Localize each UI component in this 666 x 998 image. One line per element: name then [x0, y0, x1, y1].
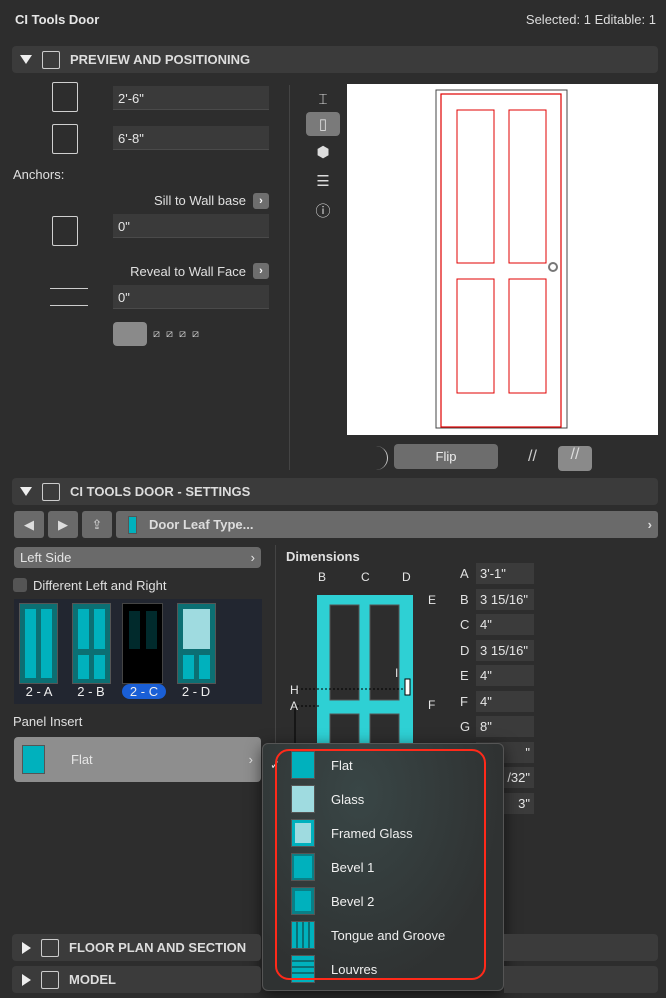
height-input[interactable]: 6'-8" [113, 126, 269, 150]
dim-value-d[interactable]: 3 15/16" [476, 639, 534, 661]
sill-input[interactable]: 0" [113, 214, 269, 238]
expand-triangle-icon [22, 941, 31, 954]
divider [275, 545, 276, 745]
expand-triangle-icon [22, 973, 31, 986]
preview-section-header[interactable]: PREVIEW AND POSITIONING [12, 46, 658, 73]
dim-key-c: C [460, 617, 470, 632]
opening-line-selected-icon[interactable]: // [558, 446, 592, 471]
settings-section-header[interactable]: CI TOOLS DOOR - SETTINGS [12, 478, 658, 505]
leaf-type-2c[interactable] [122, 603, 163, 684]
dimension-diagram [294, 595, 413, 748]
panel-insert-label: Panel Insert [13, 714, 83, 729]
side-select-label: Left Side [20, 550, 72, 565]
floor-plan-icon [41, 938, 59, 957]
leaf-type-2a[interactable] [19, 603, 58, 684]
panel-insert-value: Flat [71, 752, 93, 767]
leaf-type-label-selected: 2 - C [122, 684, 166, 699]
sill-anchor-label: Sill to Wall base [154, 193, 246, 208]
height-icon [52, 124, 78, 154]
page-select[interactable]: Door Leaf Type... › [116, 511, 658, 538]
collapse-triangle-icon [20, 487, 32, 496]
dim-value-a[interactable]: 3'-1" [476, 563, 534, 584]
settings-icon [42, 482, 60, 501]
chevron-right-icon: › [647, 517, 652, 532]
header-bar-fill [504, 966, 658, 993]
dim-label-e: E [428, 593, 437, 607]
swing-flip-icon[interactable] [348, 446, 388, 470]
dim-value-f[interactable]: 4" [476, 690, 534, 712]
dim-key-d: D [460, 642, 470, 658]
dim-key-a: A [460, 566, 469, 581]
section-title: PREVIEW AND POSITIONING [70, 52, 251, 67]
dim-value-g[interactable]: 8" [476, 716, 534, 737]
reveal-anchor-button[interactable]: › [253, 263, 269, 279]
width-input[interactable]: 2'-6" [113, 86, 269, 110]
dim-label-a: A [290, 699, 299, 713]
floor-plan-section-header[interactable]: FLOOR PLAN AND SECTION [12, 934, 261, 961]
leaf-type-label: 2 - D [181, 684, 211, 699]
reveal-input[interactable]: 0" [113, 285, 269, 309]
leaf-type-label: 2 - B [77, 684, 105, 699]
door-leaf-icon [128, 515, 137, 534]
info-icon[interactable]: ⓘ [306, 198, 340, 222]
anchors-label: Anchors: [13, 167, 65, 182]
floor-plan-icon[interactable]: ⌶ [306, 87, 340, 111]
leaf-type-label: 2 - A [25, 684, 53, 699]
section-icon[interactable]: ☰ [306, 169, 340, 193]
dim-label-d: D [402, 570, 411, 584]
different-lr-checkbox[interactable] [13, 578, 27, 592]
sill-icon [52, 216, 78, 246]
section-title: FLOOR PLAN AND SECTION [69, 940, 247, 955]
reveal-icon [50, 288, 88, 306]
model-section-header[interactable]: MODEL [12, 966, 261, 993]
dimensions-title: Dimensions [286, 549, 360, 564]
leaf-type-2d[interactable] [177, 603, 216, 684]
dim-label-h: H [290, 683, 299, 697]
dim-value-c[interactable]: 4" [476, 614, 534, 635]
next-page-button[interactable]: ▶ [48, 511, 78, 538]
chevron-right-icon: › [248, 752, 253, 767]
chevron-right-icon: › [250, 550, 255, 565]
leaf-type-2b[interactable] [72, 603, 111, 684]
dim-label-b: B [318, 570, 327, 584]
door-preview [347, 84, 658, 435]
door-icon [42, 50, 60, 69]
window-title: CI Tools Door [15, 12, 100, 27]
sill-anchor-button[interactable]: › [253, 193, 269, 209]
dim-key-e: E [460, 668, 469, 683]
panel-insert-select[interactable]: Flat › [14, 737, 261, 782]
dim-value-e[interactable]: 4" [476, 665, 534, 686]
3d-cube-icon[interactable]: ⬢ [306, 140, 340, 164]
flip-button[interactable]: Flip [394, 444, 498, 469]
prev-page-button[interactable]: ◀ [14, 511, 44, 538]
highlight-outline [275, 749, 486, 980]
collapse-triangle-icon [20, 55, 32, 64]
section-title: MODEL [69, 972, 116, 987]
model-icon [41, 970, 59, 989]
width-icon [52, 82, 78, 112]
export-icon[interactable]: ⇪ [82, 511, 112, 538]
header-bar-fill [504, 934, 658, 961]
anchor-options-icons[interactable]: ⧄⧄⧄⧄ [153, 328, 205, 341]
dim-key-f: F [460, 693, 468, 709]
reveal-anchor-label: Reveal to Wall Face [130, 264, 246, 279]
dim-label-c: C [361, 570, 370, 584]
page-select-label: Door Leaf Type... [149, 517, 254, 532]
dim-key-b: B [460, 591, 469, 607]
dim-label-f: F [428, 698, 436, 712]
dim-label-i: I [395, 666, 399, 680]
dim-value-b[interactable]: 3 15/16" [476, 588, 534, 610]
divider [289, 85, 290, 470]
flat-swatch-icon [22, 745, 45, 774]
door-front-icon[interactable]: ▯ [306, 112, 340, 136]
section-title: CI TOOLS DOOR - SETTINGS [70, 484, 251, 499]
selection-status: Selected: 1 Editable: 1 [525, 12, 656, 27]
anchor-both-button[interactable] [113, 322, 147, 346]
side-select[interactable]: Left Side › [14, 547, 261, 568]
opening-line-icon[interactable]: // [528, 448, 552, 468]
different-lr-label: Different Left and Right [33, 578, 167, 593]
dim-key-g: G [460, 719, 471, 734]
